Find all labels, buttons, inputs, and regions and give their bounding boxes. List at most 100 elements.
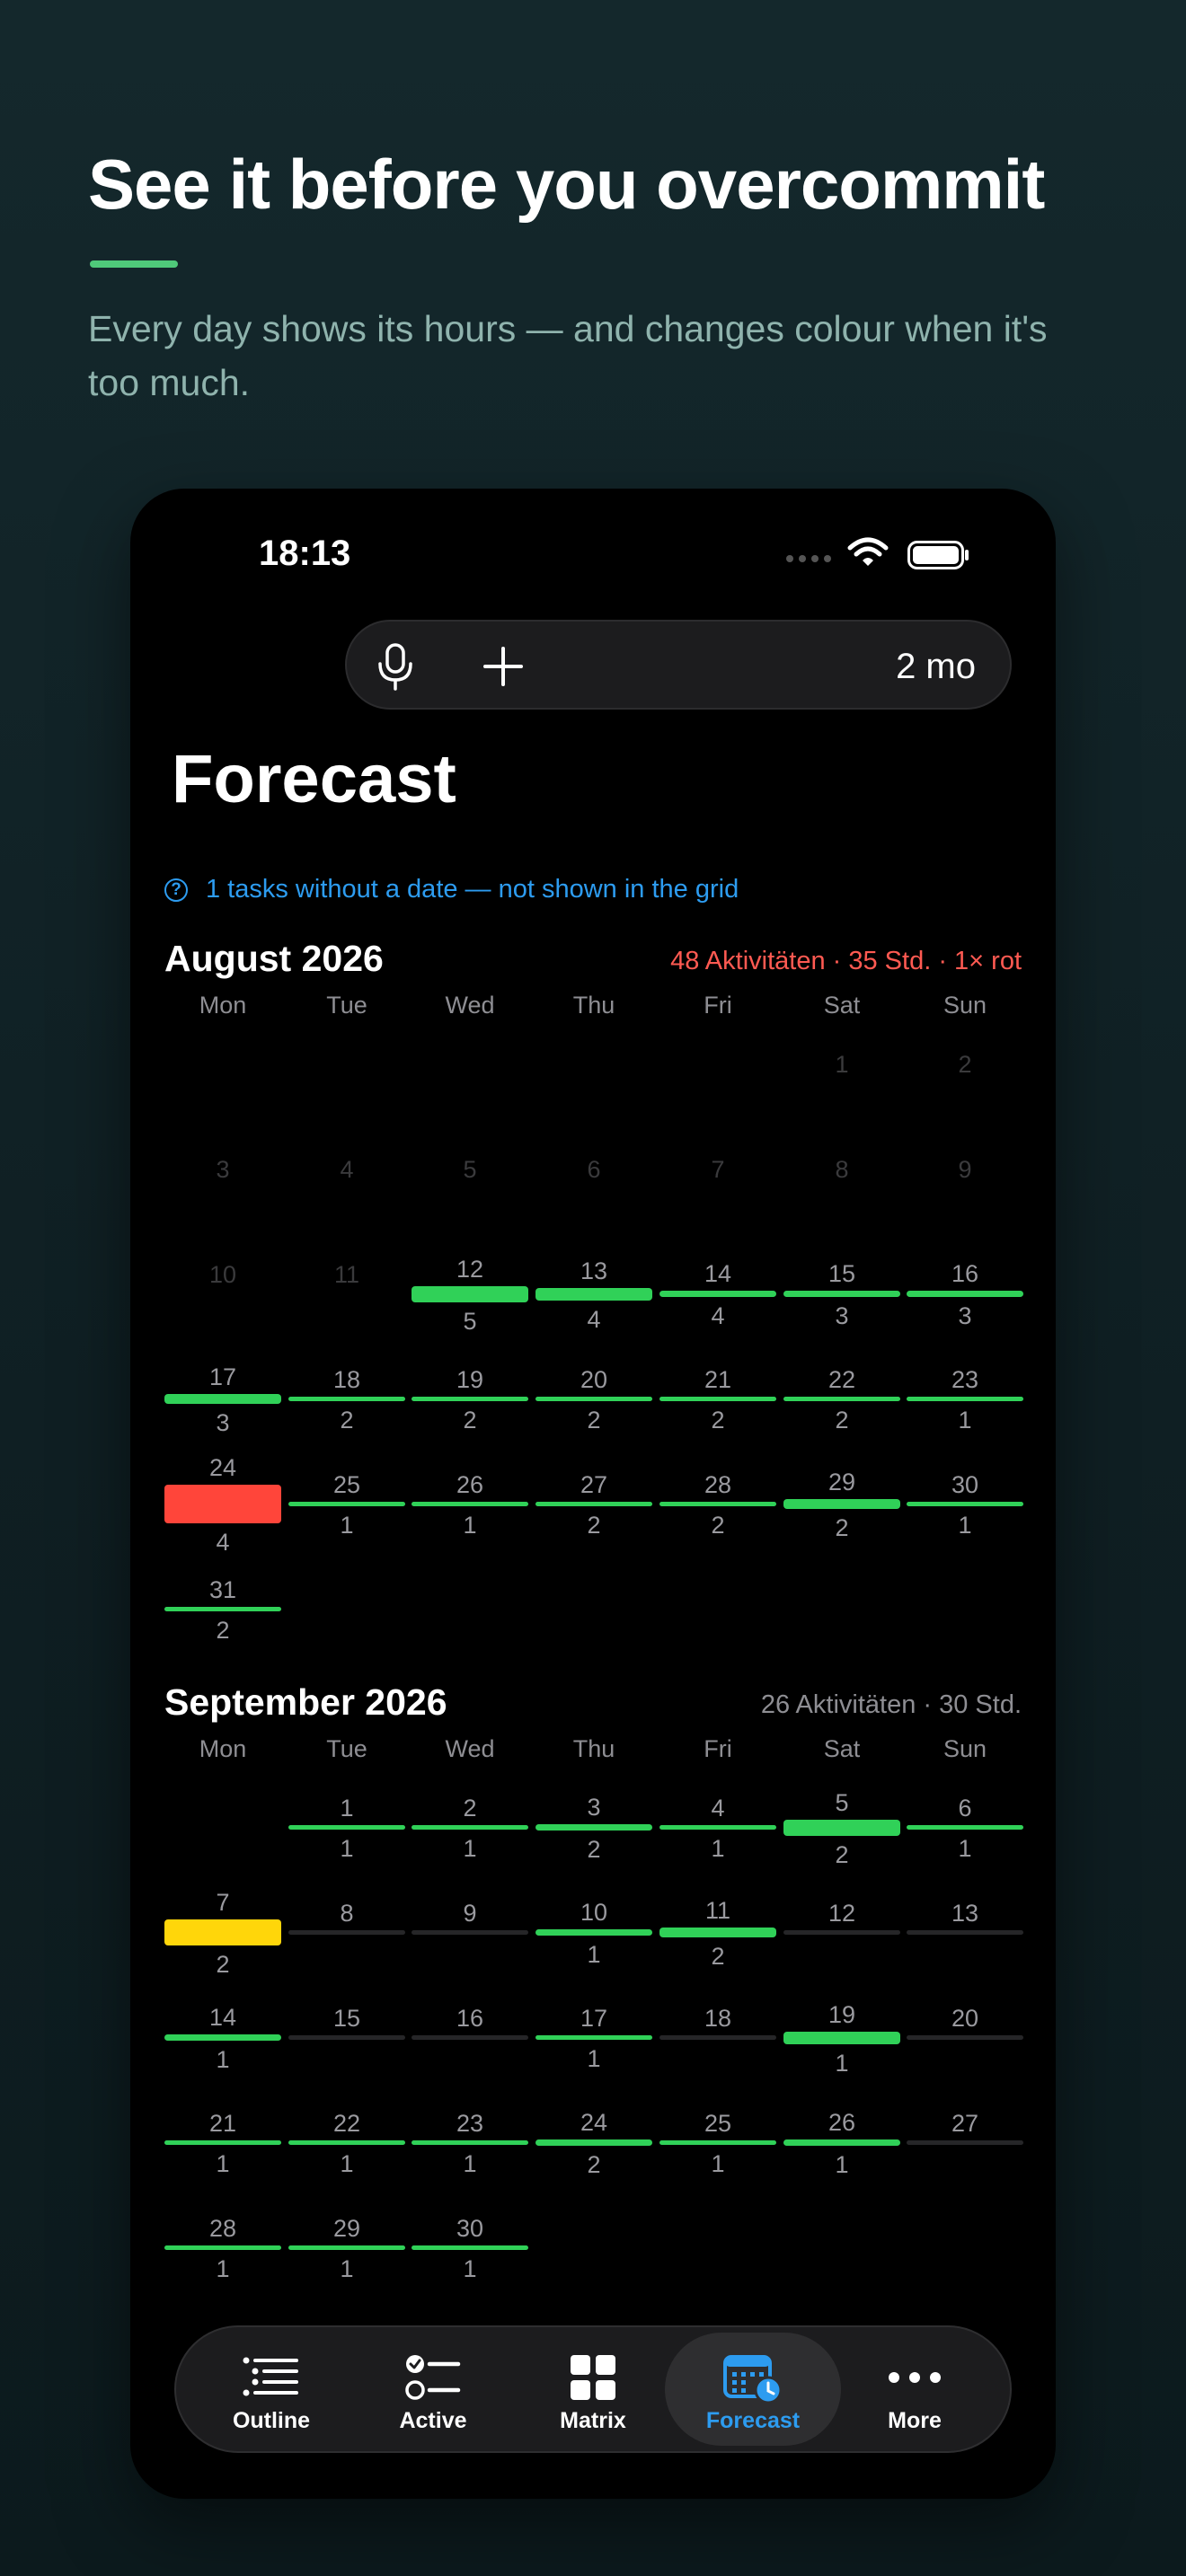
day-hours: 2 <box>587 1836 601 1863</box>
day-cell[interactable]: 18 2 <box>288 1355 405 1445</box>
day-cell[interactable]: 9 <box>412 1889 528 1979</box>
day-cell[interactable]: 25 1 <box>288 1460 405 1550</box>
day-cell[interactable]: 24 2 <box>535 2099 652 2189</box>
day-cell[interactable]: 12 <box>783 1889 900 1979</box>
day-cell[interactable]: 41 <box>659 1784 776 1874</box>
day-number: 25 <box>704 2110 732 2137</box>
day-cell[interactable]: 15 3 <box>783 1250 900 1340</box>
day-cell: 1 <box>783 1040 900 1130</box>
day-cell[interactable]: 22 2 <box>783 1355 900 1445</box>
day-cell[interactable]: 29 1 <box>288 2204 405 2294</box>
day-cell[interactable]: 52 <box>783 1784 900 1874</box>
weekday-label: Sun <box>943 992 987 1019</box>
tab-forecast[interactable]: Forecast <box>665 2333 841 2446</box>
day-cell[interactable]: 10 1 <box>535 1889 652 1979</box>
no-date-notice-text: 1 tasks without a date — not shown in th… <box>206 875 739 904</box>
day-hours: 1 <box>216 2150 230 2177</box>
day-cell[interactable]: 25 1 <box>659 2099 776 2189</box>
day-number: 30 <box>456 2215 484 2242</box>
day-cell: 7 <box>659 1145 776 1235</box>
phone-screen: 18:13 2 mo Forecast ? 1 tasks without a … <box>130 489 1056 2499</box>
day-cell[interactable]: 8 <box>288 1889 405 1979</box>
tab-label: Active <box>399 2408 467 2433</box>
day-cell[interactable]: 15 <box>288 1994 405 2084</box>
day-number: 11 <box>333 1261 360 1288</box>
day-number: 21 <box>704 1366 732 1393</box>
day-hours: 1 <box>835 2050 849 2077</box>
day-cell[interactable]: 31 2 <box>164 1566 281 1655</box>
day-number: 16 <box>951 1260 979 1287</box>
day-cell[interactable]: 14 4 <box>659 1250 776 1340</box>
day-cell[interactable]: 26 1 <box>783 2099 900 2189</box>
day-cell[interactable]: 26 1 <box>412 1460 528 1550</box>
day-cell[interactable]: 28 2 <box>659 1460 776 1550</box>
day-cell[interactable]: 19 1 <box>783 1994 900 2084</box>
day-number: 26 <box>828 2109 856 2136</box>
day-hours: 2 <box>711 1943 725 1970</box>
day-cell[interactable]: 16 <box>412 1994 528 2084</box>
day-cell[interactable]: 19 2 <box>412 1355 528 1445</box>
day-cell[interactable]: 61 <box>907 1784 1023 1874</box>
day-number: 18 <box>704 2005 732 2032</box>
day-cell[interactable]: 29 2 <box>783 1460 900 1550</box>
day-number: 15 <box>332 2005 361 2032</box>
day-cell[interactable]: 21 1 <box>164 2099 281 2189</box>
day-number: 23 <box>456 2110 484 2137</box>
day-number: 13 <box>580 1257 608 1284</box>
load-bar <box>288 1930 405 1935</box>
day-cell[interactable]: 27 <box>907 2099 1023 2189</box>
add-icon[interactable] <box>482 645 525 688</box>
day-cell[interactable]: 20 2 <box>535 1355 652 1445</box>
day-cell[interactable]: 30 1 <box>907 1460 1023 1550</box>
day-cell[interactable]: 11 2 <box>659 1889 776 1979</box>
tab-outline[interactable]: Outline <box>183 2333 359 2446</box>
day-cell[interactable]: 12 5 <box>412 1250 528 1340</box>
weekday-label: Thu <box>572 1735 615 1762</box>
day-cell[interactable]: 32 <box>535 1784 652 1874</box>
day-cell[interactable]: 13 <box>907 1889 1023 1979</box>
day-cell[interactable]: 23 1 <box>412 2099 528 2189</box>
day-cell[interactable]: 28 1 <box>164 2204 281 2294</box>
day-cell[interactable]: 17 1 <box>535 1994 652 2084</box>
day-cell[interactable]: 72 <box>164 1889 281 1979</box>
day-cell[interactable]: 30 1 <box>412 2204 528 2294</box>
day-cell[interactable]: 23 1 <box>907 1355 1023 1445</box>
weekday-label: Sun <box>943 1735 987 1762</box>
load-bar <box>412 1825 528 1830</box>
day-cell[interactable]: 21 <box>412 1784 528 1874</box>
day-hours: 2 <box>711 1407 725 1434</box>
range-selector[interactable]: 2 mo <box>896 647 976 687</box>
day-cell[interactable]: 20 <box>907 1994 1023 2084</box>
day-number: 7 <box>711 1156 725 1183</box>
tab-active[interactable]: Active <box>345 2333 521 2446</box>
day-cell[interactable]: 11 <box>288 1784 405 1874</box>
load-bar <box>783 2139 900 2146</box>
tab-matrix[interactable]: Matrix <box>505 2333 681 2446</box>
no-date-notice[interactable]: ? 1 tasks without a date — not shown in … <box>164 875 739 904</box>
day-hours: 2 <box>216 1951 230 1978</box>
day-number: 9 <box>463 1900 477 1927</box>
day-cell[interactable]: 22 1 <box>288 2099 405 2189</box>
day-cell[interactable]: 24 4 <box>164 1454 281 1556</box>
load-bar <box>164 2034 281 2041</box>
tab-label: More <box>888 2408 942 2433</box>
day-cell[interactable]: 27 2 <box>535 1460 652 1550</box>
load-bar <box>288 1397 405 1401</box>
day-number: 30 <box>951 1471 979 1498</box>
day-number: 24 <box>580 2109 608 2136</box>
day-cell[interactable]: 17 3 <box>164 1355 281 1445</box>
weekday-label: Fri <box>704 992 732 1019</box>
day-cell[interactable]: 13 4 <box>535 1250 652 1340</box>
day-cell[interactable]: 21 2 <box>659 1355 776 1445</box>
load-bar <box>783 1820 900 1836</box>
day-number: 7 <box>216 1889 230 1916</box>
matrix-grid-icon <box>562 2352 624 2403</box>
tab-more[interactable]: More <box>827 2333 1003 2446</box>
day-cell[interactable]: 14 1 <box>164 1994 281 2084</box>
weekday-header: Mon Tue Wed Thu Fri Sat Sun <box>164 992 1022 1038</box>
day-cell[interactable]: 18 <box>659 1994 776 2084</box>
day-hours: 2 <box>587 2151 601 2178</box>
forecast-calendar-icon <box>722 2352 783 2404</box>
microphone-icon[interactable] <box>372 641 419 692</box>
day-cell[interactable]: 16 3 <box>907 1250 1023 1340</box>
